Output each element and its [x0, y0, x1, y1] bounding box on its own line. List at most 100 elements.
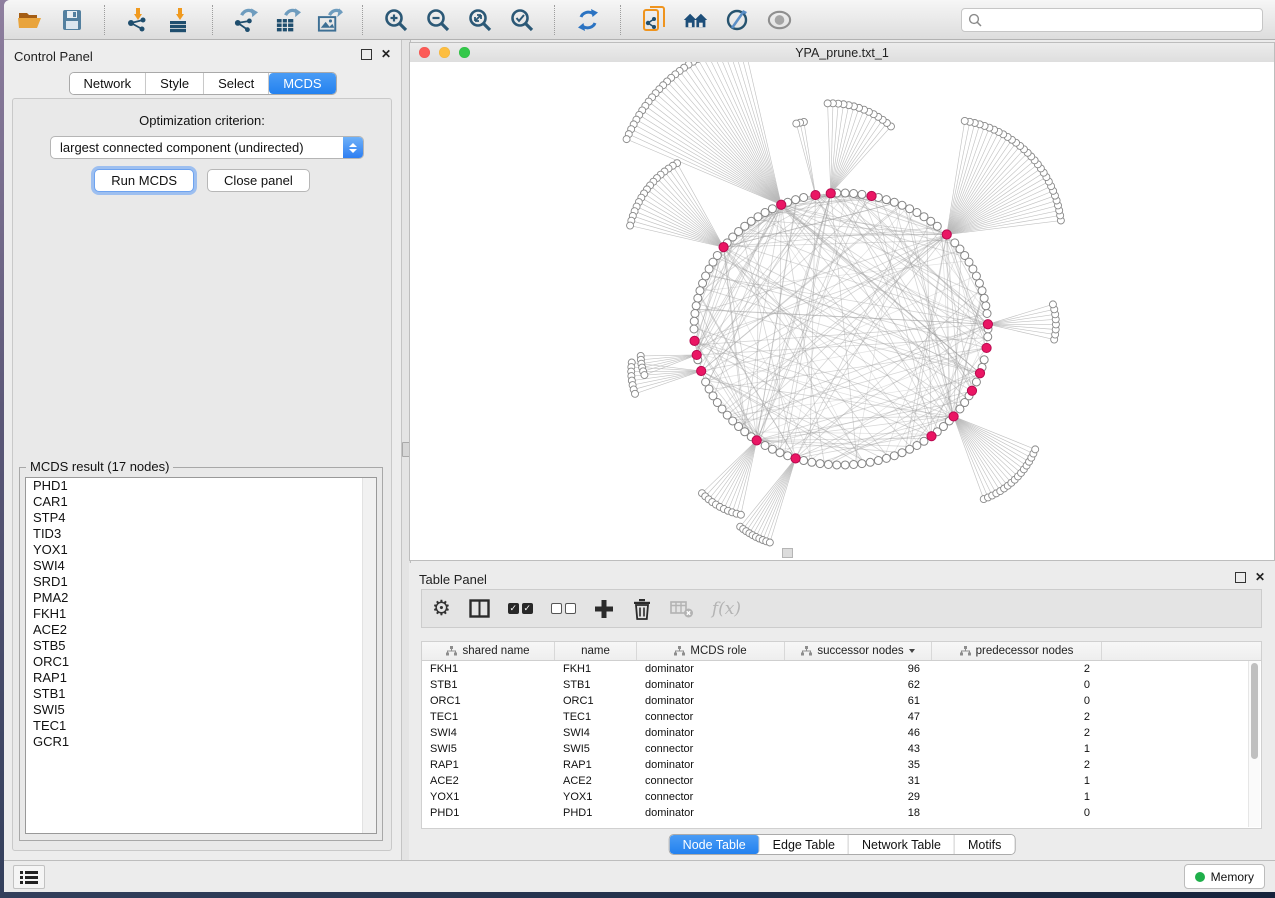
network-node[interactable] — [882, 454, 890, 462]
network-node[interactable] — [982, 302, 990, 310]
network-hub-node-srd1[interactable] — [975, 369, 984, 378]
save-session-icon[interactable] — [58, 6, 85, 33]
zoom-fit-icon[interactable] — [466, 6, 493, 33]
network-node[interactable] — [824, 461, 832, 469]
network-node[interactable] — [983, 309, 991, 317]
export-network-icon[interactable] — [232, 6, 259, 33]
delete-table-icon[interactable] — [670, 596, 694, 622]
table-row[interactable]: ACE2ACE2connector311 — [422, 773, 1261, 789]
network-node[interactable] — [766, 539, 773, 546]
network-hub-node-stp4[interactable] — [867, 191, 876, 200]
column-header-mcds-role[interactable]: MCDS role — [637, 642, 785, 660]
network-hub-node-swi4[interactable] — [826, 189, 835, 198]
network-node[interactable] — [890, 452, 898, 460]
tab-node-table[interactable]: Node Table — [670, 835, 760, 854]
run-mcds-button[interactable]: Run MCDS — [94, 169, 194, 192]
search-box[interactable] — [961, 8, 1263, 32]
network-node[interactable] — [784, 452, 792, 460]
network-node[interactable] — [1049, 301, 1056, 308]
export-image-icon[interactable] — [316, 6, 343, 33]
column-header-predecessor-nodes[interactable]: predecessor nodes — [932, 642, 1102, 660]
network-hub-node-fkh1[interactable] — [777, 200, 786, 209]
mcds-result-item[interactable]: CAR1 — [26, 494, 376, 510]
network-node[interactable] — [920, 437, 928, 445]
network-node[interactable] — [690, 317, 698, 325]
table-row[interactable]: STB1STB1dominator620 — [422, 677, 1261, 693]
export-table-icon[interactable] — [274, 6, 301, 33]
close-panel-icon[interactable]: ✕ — [1255, 573, 1265, 582]
home-networks-icon[interactable] — [682, 6, 709, 33]
network-node[interactable] — [961, 117, 968, 124]
network-node[interactable] — [850, 189, 858, 197]
show-graphics-details-icon[interactable] — [766, 6, 793, 33]
network-hub-node-ace2[interactable] — [791, 454, 800, 463]
network-node[interactable] — [623, 136, 630, 143]
table-row[interactable]: TEC1TEC1connector472 — [422, 709, 1261, 725]
network-node[interactable] — [978, 287, 986, 295]
zoom-selected-icon[interactable] — [508, 6, 535, 33]
share-document-icon[interactable] — [640, 6, 667, 33]
mcds-result-item[interactable]: GCR1 — [26, 734, 376, 750]
network-node[interactable] — [641, 372, 648, 379]
mcds-result-item[interactable]: STP4 — [26, 510, 376, 526]
network-node[interactable] — [816, 460, 824, 468]
mcds-result-item[interactable]: STB1 — [26, 686, 376, 702]
network-node[interactable] — [980, 356, 988, 364]
canvas-resize-grip[interactable] — [782, 548, 793, 558]
open-file-icon[interactable] — [16, 6, 43, 33]
list-scrollbar[interactable] — [362, 478, 376, 833]
network-node[interactable] — [1032, 446, 1039, 453]
mcds-result-item[interactable]: SWI5 — [26, 702, 376, 718]
network-node[interactable] — [793, 120, 800, 127]
tab-network-table[interactable]: Network Table — [849, 835, 955, 854]
network-node[interactable] — [768, 445, 776, 453]
table-scrollbar[interactable] — [1248, 661, 1260, 827]
table-row[interactable]: SWI5SWI5connector431 — [422, 741, 1261, 757]
column-header-successor-nodes[interactable]: successor nodes — [785, 642, 932, 660]
mcds-result-item[interactable]: STB5 — [26, 638, 376, 654]
network-node[interactable] — [984, 333, 992, 341]
table-row[interactable]: SWI4SWI4dominator462 — [422, 725, 1261, 741]
network-node[interactable] — [627, 222, 634, 229]
network-hub-node-phd1[interactable] — [697, 366, 706, 375]
tab-network[interactable]: Network — [69, 73, 146, 94]
tab-motifs[interactable]: Motifs — [955, 835, 1014, 854]
network-hub-node-orc1[interactable] — [719, 243, 728, 252]
network-node[interactable] — [833, 461, 841, 469]
function-builder-icon[interactable]: f(x) — [712, 596, 741, 622]
network-node[interactable] — [898, 201, 906, 209]
mcds-result-item[interactable]: PMA2 — [26, 590, 376, 606]
tab-select[interactable]: Select — [204, 73, 269, 94]
tab-style[interactable]: Style — [146, 73, 204, 94]
network-titlebar[interactable]: YPA_prune.txt_1 — [410, 43, 1274, 63]
network-hub-node-gcr1[interactable] — [690, 336, 699, 345]
network-node[interactable] — [761, 441, 769, 449]
network-node[interactable] — [841, 189, 849, 197]
network-node[interactable] — [913, 209, 921, 217]
column-header-shared-name[interactable]: shared name — [422, 642, 555, 660]
network-hub-node-tec1[interactable] — [949, 412, 958, 421]
network-node[interactable] — [776, 449, 784, 457]
network-hub-node-rap1[interactable] — [983, 320, 992, 329]
network-node[interactable] — [841, 461, 849, 469]
network-node[interactable] — [858, 460, 866, 468]
table-settings-icon[interactable]: ⚙ — [432, 596, 451, 622]
network-node[interactable] — [890, 198, 898, 206]
network-node[interactable] — [866, 458, 874, 466]
tab-edge-table[interactable]: Edge Table — [760, 835, 849, 854]
mcds-result-item[interactable]: RAP1 — [26, 670, 376, 686]
hide-annotations-icon[interactable] — [724, 6, 751, 33]
network-node[interactable] — [898, 449, 906, 457]
search-input[interactable] — [986, 12, 1256, 28]
zoom-in-icon[interactable] — [382, 6, 409, 33]
network-node[interactable] — [800, 193, 808, 201]
float-panel-icon[interactable] — [361, 49, 372, 60]
network-node[interactable] — [696, 287, 704, 295]
network-node[interactable] — [980, 294, 988, 302]
import-table-icon[interactable] — [166, 6, 193, 33]
network-node[interactable] — [808, 458, 816, 466]
network-node[interactable] — [858, 190, 866, 198]
mcds-result-item[interactable]: FKH1 — [26, 606, 376, 622]
network-hub-node-stb1[interactable] — [942, 230, 951, 239]
zoom-out-icon[interactable] — [424, 6, 451, 33]
